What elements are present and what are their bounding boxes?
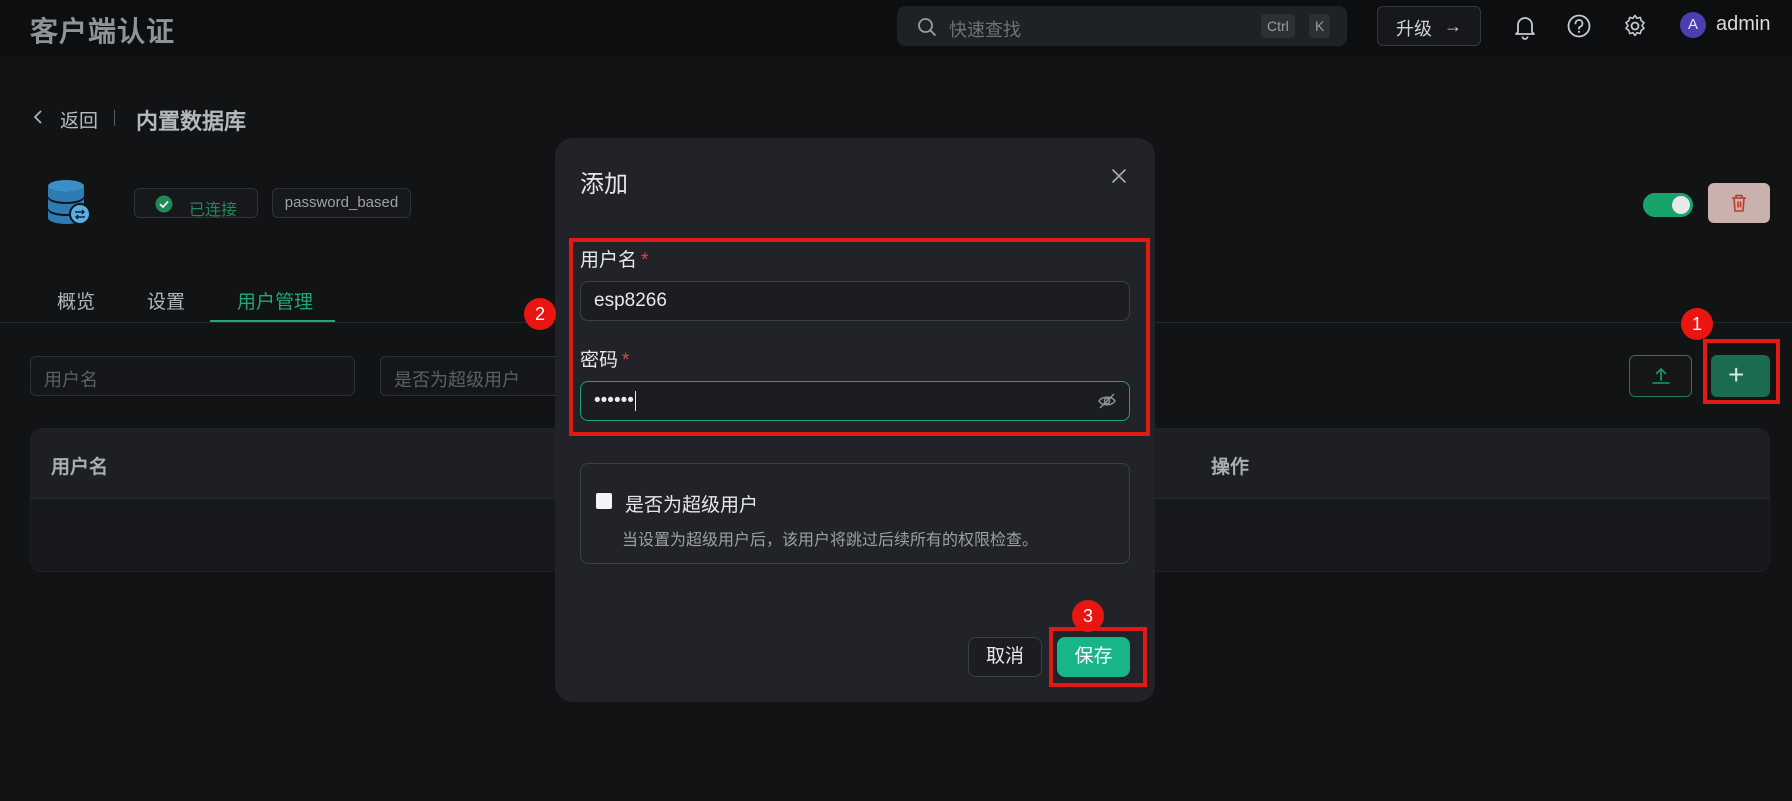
page-title: 内置数据库 <box>136 109 247 134</box>
search-placeholder: 快速查找 <box>949 20 1021 40</box>
shortcut-key-k: K <box>1309 14 1331 38</box>
superuser-filter-placeholder: 是否为超级用户 <box>394 370 520 390</box>
back-link[interactable]: 返回 <box>60 106 98 133</box>
import-button[interactable] <box>1629 355 1692 397</box>
auth-type-badge: password_based <box>272 188 411 218</box>
chevron-left-icon[interactable] <box>32 108 44 131</box>
superuser-help-text: 当设置为超级用户后，该用户将跳过后续所有的权限检查。 <box>622 532 1039 549</box>
top-bar: 客户端认证 快速查找 Ctrl K 升级 → A admin <box>0 0 1792 56</box>
upgrade-button[interactable]: 升级 → <box>1377 6 1481 46</box>
column-header-actions: 操作 <box>1211 457 1250 478</box>
close-icon[interactable] <box>1111 168 1127 189</box>
column-header-username: 用户名 <box>51 457 109 478</box>
trash-icon <box>1732 194 1746 212</box>
delete-button[interactable] <box>1708 183 1770 223</box>
bell-icon[interactable] <box>1510 12 1540 42</box>
tab-settings[interactable]: 设置 <box>147 287 185 314</box>
username-filter-placeholder: 用户名 <box>44 370 98 390</box>
annotation-marker-1: 1 <box>1681 308 1713 340</box>
tab-overview[interactable]: 概览 <box>57 287 95 314</box>
settings-icon[interactable] <box>1620 12 1650 42</box>
superuser-option: 是否为超级用户 当设置为超级用户后，该用户将跳过后续所有的权限检查。 <box>580 463 1130 564</box>
cancel-button[interactable]: 取消 <box>968 637 1042 677</box>
annotation-marker-3: 3 <box>1072 600 1104 632</box>
superuser-filter-select[interactable]: 是否为超级用户 <box>380 356 580 396</box>
upload-icon <box>1652 367 1670 384</box>
toggle-knob <box>1672 196 1690 214</box>
status-label: 已连接 <box>189 202 238 219</box>
enable-toggle[interactable] <box>1643 193 1693 217</box>
annotation-box-form <box>569 238 1150 436</box>
superuser-label[interactable]: 是否为超级用户 <box>625 490 758 517</box>
database-icon <box>44 178 94 233</box>
search-icon <box>917 17 937 42</box>
search-input[interactable]: 快速查找 Ctrl K <box>897 6 1347 46</box>
active-tab-indicator <box>210 320 335 322</box>
tab-user-management[interactable]: 用户管理 <box>237 287 313 314</box>
status-badge: 已连接 <box>134 188 258 219</box>
dialog-title: 添加 <box>580 171 628 198</box>
username-filter-input[interactable]: 用户名 <box>30 356 355 396</box>
upgrade-label: 升级 <box>1396 19 1432 39</box>
app-title: 客户端认证 <box>30 16 176 47</box>
username-label[interactable]: admin <box>1716 13 1770 36</box>
breadcrumb-divider <box>114 110 115 126</box>
check-circle-icon <box>155 195 173 218</box>
avatar[interactable]: A <box>1680 12 1706 38</box>
superuser-checkbox[interactable] <box>596 493 612 509</box>
annotation-box-save <box>1049 627 1147 687</box>
annotation-box-add <box>1703 339 1780 404</box>
help-icon[interactable] <box>1564 12 1594 42</box>
annotation-marker-2: 2 <box>524 298 556 330</box>
shortcut-key-ctrl: Ctrl <box>1261 14 1295 38</box>
arrow-right-icon: → <box>1444 16 1462 36</box>
